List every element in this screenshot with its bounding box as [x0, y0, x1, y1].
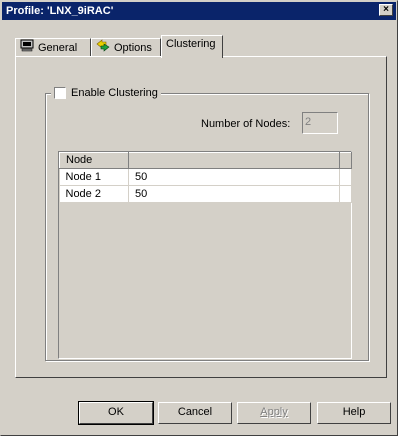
enable-clustering-label: Enable Clustering	[71, 87, 158, 99]
ok-button[interactable]: OK	[78, 401, 154, 425]
node-value-cell[interactable]: 50	[128, 168, 340, 186]
node-value-cell[interactable]: 50	[128, 185, 340, 203]
tab-general[interactable]: General	[15, 38, 91, 57]
tab-clustering[interactable]: Clustering	[161, 35, 223, 58]
tab-general-label: General	[38, 41, 78, 54]
enable-clustering-checkbox[interactable]	[54, 87, 66, 100]
node-name-cell[interactable]: Node 2	[59, 185, 129, 203]
computer-icon	[20, 39, 34, 57]
window-title: Profile: 'LNX_9iRAC'	[6, 5, 114, 17]
column-header-filler	[339, 152, 352, 169]
close-button[interactable]: ×	[379, 4, 393, 16]
number-of-nodes-field[interactable]: 2	[302, 112, 338, 134]
tab-options-label: Options	[114, 41, 152, 54]
column-header-value[interactable]	[128, 152, 340, 169]
node-name-cell[interactable]: Node 1	[59, 168, 129, 186]
grid-header-row: Node	[59, 152, 352, 169]
enable-clustering-option[interactable]: Enable Clustering	[51, 86, 161, 100]
row-filler	[339, 168, 352, 186]
cancel-button[interactable]: Cancel	[158, 402, 232, 424]
profile-dialog: Profile: 'LNX_9iRAC' × General Options C…	[0, 0, 398, 436]
options-arrows-icon	[96, 39, 110, 57]
tab-options[interactable]: Options	[91, 38, 161, 57]
apply-button[interactable]: Apply	[237, 402, 311, 424]
close-icon: ×	[383, 4, 389, 15]
number-of-nodes-label: Number of Nodes:	[201, 118, 291, 130]
table-row[interactable]: Node 1 50	[59, 168, 352, 186]
table-row[interactable]: Node 2 50	[59, 185, 352, 203]
tab-clustering-label: Clustering	[166, 38, 216, 50]
column-header-node[interactable]: Node	[59, 152, 129, 169]
nodes-grid[interactable]: Node Node 1 50 Node 2 50	[58, 151, 352, 359]
help-button[interactable]: Help	[317, 402, 391, 424]
row-filler	[339, 185, 352, 203]
title-bar[interactable]: Profile: 'LNX_9iRAC' ×	[2, 2, 396, 20]
